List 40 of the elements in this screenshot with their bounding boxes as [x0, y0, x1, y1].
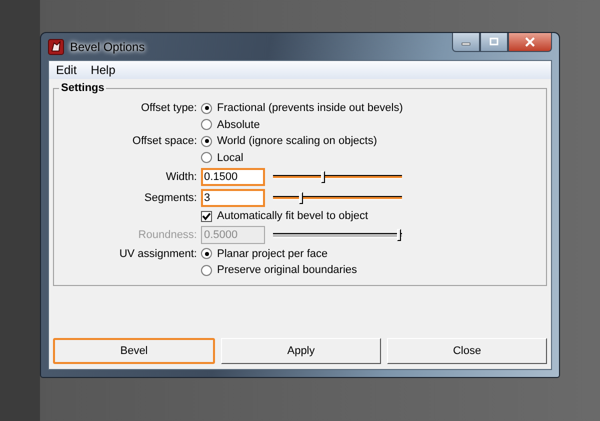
slider-thumb[interactable]	[299, 192, 304, 204]
window-title: Bevel Options	[70, 40, 145, 54]
checkbox-label: Automatically fit bevel to object	[217, 210, 368, 222]
dialog-button[interactable]: Bevel	[53, 338, 215, 364]
radio-button[interactable]	[201, 136, 212, 147]
menu-item[interactable]: Edit	[56, 63, 77, 77]
radio-label: Preserve original boundaries	[217, 264, 358, 276]
maximize-icon	[488, 37, 500, 47]
field-label: Segments:	[143, 190, 197, 206]
field-label: Offset space:	[131, 134, 197, 150]
field-label: UV assignment:	[118, 246, 197, 262]
radio-button[interactable]	[201, 102, 212, 114]
minimize-button[interactable]	[452, 33, 480, 52]
radio-button[interactable]	[201, 119, 212, 130]
app-icon	[48, 38, 64, 54]
slider[interactable]	[273, 192, 402, 204]
radio-label: Fractional (prevents inside out bevels)	[217, 102, 403, 114]
dialog-button[interactable]: Close	[387, 338, 547, 364]
close-icon	[524, 37, 536, 47]
slider[interactable]	[273, 170, 402, 182]
group-title: Settings	[59, 82, 106, 94]
field-label: Width:	[164, 170, 197, 184]
maximize-button[interactable]	[480, 33, 508, 52]
slider-thumb[interactable]	[321, 170, 326, 182]
slider[interactable]	[273, 229, 402, 241]
close-button[interactable]	[508, 33, 552, 52]
field-label: Offset type:	[140, 101, 197, 116]
number-field[interactable]: 0.1500	[201, 168, 265, 186]
radio-label: Planar project per face	[217, 248, 328, 260]
radio-label: Absolute	[217, 118, 260, 131]
number-field[interactable]: 3	[201, 188, 265, 206]
radio-button[interactable]	[201, 152, 212, 164]
menu-item[interactable]: Help	[90, 63, 116, 77]
checkbox[interactable]	[201, 210, 212, 222]
radio-label: World (ignore scaling on objects)	[217, 135, 377, 148]
dialog-button[interactable]: Apply	[221, 338, 381, 364]
field-label: Roundness:	[137, 228, 197, 243]
radio-button[interactable]	[201, 264, 212, 276]
radio-button[interactable]	[201, 248, 212, 260]
radio-label: Local	[217, 152, 244, 164]
